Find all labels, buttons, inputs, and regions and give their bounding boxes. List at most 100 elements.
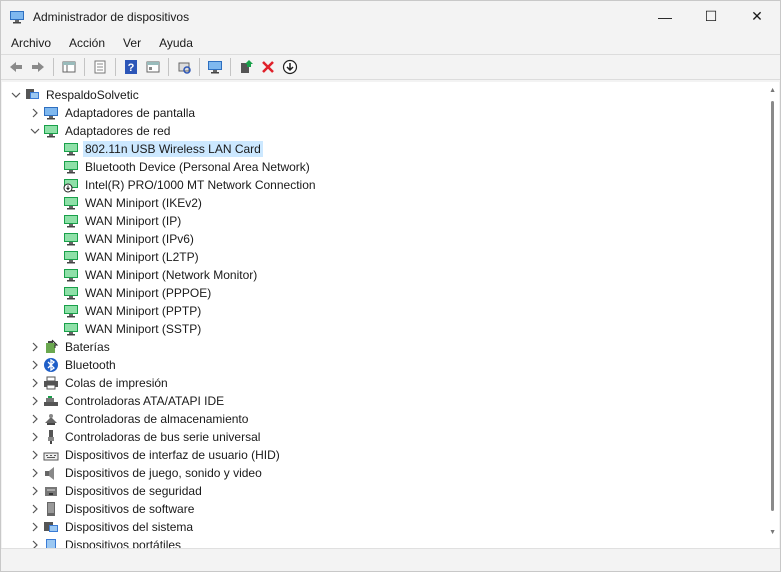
tree-item-label: WAN Miniport (Network Monitor) [85,268,258,282]
tree-root-label: RespaldoSolvetic [46,88,139,102]
tree-device[interactable]: WAN Miniport (IKEv2) [47,194,204,212]
tree-category[interactable]: Colas de impresión [27,374,170,392]
menu-archivo[interactable]: Archivo [1,36,59,50]
disable-device-button[interactable] [279,56,301,78]
expand-chevron-icon[interactable] [27,464,43,482]
tree-item-label: Controladoras de bus serie universal [65,430,261,444]
properties-icon [94,60,106,74]
tree-item-label: Intel(R) PRO/1000 MT Network Connection [85,178,316,192]
uninstall-button[interactable] [257,56,279,78]
expand-chevron-icon[interactable] [27,104,43,122]
vertical-scrollbar-thumb[interactable] [771,101,774,511]
expand-chevron-icon[interactable] [27,518,43,536]
tree-device[interactable]: Bluetooth Device (Personal Area Network) [47,158,312,176]
expand-chevron-icon[interactable] [27,356,43,374]
tree-category[interactable]: Bluetooth [27,356,118,374]
menu-bar: Archivo Acción Ver Ayuda [1,32,780,54]
tree-item-label: 802.11n USB Wireless LAN Card [83,141,263,157]
toolbar-separator [230,58,231,76]
properties-button[interactable] [89,56,111,78]
back-button[interactable] [5,56,27,78]
tree-category[interactable]: Dispositivos de interfaz de usuario (HID… [27,446,282,464]
forward-icon [32,62,44,72]
toolbar-separator [84,58,85,76]
tree-item-label: Dispositivos de software [65,502,195,516]
monitor-button[interactable] [204,56,226,78]
svg-text:?: ? [128,62,135,74]
minimize-button[interactable]: — [642,1,688,32]
view-icon [146,61,160,73]
tree-category[interactable]: Controladoras de bus serie universal [27,428,262,446]
tree-device[interactable]: WAN Miniport (IPv6) [47,230,196,248]
expand-chevron-icon[interactable] [27,392,43,410]
collapse-chevron-icon[interactable] [8,86,24,104]
expand-chevron-icon[interactable] [27,446,43,464]
network-icon [64,143,78,156]
forward-button[interactable] [27,56,49,78]
view-button[interactable] [142,56,164,78]
scan-icon [178,62,191,74]
back-icon [10,62,22,72]
uninstall-icon [262,61,274,73]
tree-device[interactable]: WAN Miniport (PPTP) [47,302,203,320]
network-icon [64,215,78,228]
menu-ver[interactable]: Ver [113,36,149,50]
security-icon [45,487,57,496]
tree-category[interactable]: Dispositivos de juego, sonido y video [27,464,264,482]
network-icon [64,305,78,318]
expand-chevron-icon[interactable] [27,428,43,446]
tree-device[interactable]: WAN Miniport (SSTP) [47,320,203,338]
tree-device[interactable]: Intel(R) PRO/1000 MT Network Connection [47,176,318,194]
properties-pane-button[interactable] [58,56,80,78]
tree-device[interactable]: WAN Miniport (IP) [47,212,183,230]
menu-ayuda[interactable]: Ayuda [149,36,201,50]
menu-accion[interactable]: Acción [59,36,113,50]
device-manager-app-icon [10,10,24,23]
tree-root[interactable]: RespaldoSolvetic [8,86,141,104]
window-controls: — ☐ ✕ [642,1,780,32]
update-driver-button[interactable] [235,56,257,78]
computer-icon [26,89,39,99]
tree-device[interactable]: WAN Miniport (PPPOE) [47,284,213,302]
expand-chevron-icon[interactable] [27,374,43,392]
scroll-down-arrow-icon[interactable]: ▼ [769,529,776,536]
network-icon [64,323,78,336]
disable-icon [282,59,298,75]
tree-item-label: WAN Miniport (L2TP) [85,250,199,264]
collapse-chevron-icon[interactable] [27,122,43,140]
tree-item-label: WAN Miniport (PPPOE) [85,286,212,300]
update-driver-icon [241,60,253,73]
tree-category[interactable]: Adaptadores de red [27,122,172,140]
expand-chevron-icon[interactable] [27,338,43,356]
bluetooth-icon [44,358,58,372]
tree-device[interactable]: WAN Miniport (Network Monitor) [47,266,259,284]
expand-chevron-icon[interactable] [27,536,43,548]
close-button[interactable]: ✕ [734,1,780,32]
system-device-icon [44,522,58,532]
tree-category[interactable]: Dispositivos de seguridad [27,482,204,500]
expand-chevron-icon[interactable] [27,500,43,518]
tree-category[interactable]: Dispositivos de software [27,500,196,518]
tree-category[interactable]: Dispositivos del sistema [27,518,195,536]
tree-device[interactable]: 802.11n USB Wireless LAN Card [47,140,263,158]
tree-item-label: Adaptadores de red [65,124,171,138]
tree-category[interactable]: Controladoras de almacenamiento [27,410,250,428]
status-bar [1,548,780,571]
tree-item-label: Dispositivos de interfaz de usuario (HID… [65,448,280,462]
help-icon: ? [125,60,137,74]
help-button[interactable]: ? [120,56,142,78]
tree-device[interactable]: WAN Miniport (L2TP) [47,248,201,266]
tree-category[interactable]: Adaptadores de pantalla [27,104,197,122]
tree-item-label: Baterías [65,340,110,354]
tree-item-label: Controladoras de almacenamiento [65,412,249,426]
tree-category[interactable]: Controladoras ATA/ATAPI IDE [27,392,226,410]
device-tree[interactable]: RespaldoSolvetic Adaptadores de pantalla A… [2,82,779,548]
maximize-button[interactable]: ☐ [688,1,734,32]
expand-chevron-icon[interactable] [27,410,43,428]
tree-category[interactable]: Dispositivos portátiles [27,536,183,548]
expand-chevron-icon[interactable] [27,482,43,500]
tree-category[interactable]: Baterías [27,338,112,356]
scan-hardware-button[interactable] [173,56,195,78]
tree-item-label: Dispositivos de juego, sonido y video [65,466,262,480]
scroll-up-arrow-icon[interactable]: ▲ [769,87,776,94]
